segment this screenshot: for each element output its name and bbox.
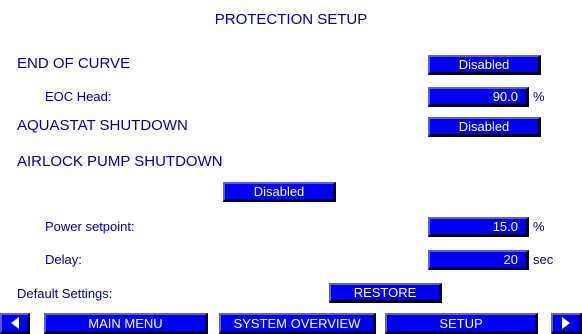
airlock-toggle-button[interactable]: Disabled (223, 182, 336, 202)
arrow-right-icon (562, 317, 570, 329)
delay-unit: sec (533, 252, 554, 267)
power-setpoint-label: Power setpoint: (45, 219, 135, 234)
aquastat-toggle-button[interactable]: Disabled (428, 117, 541, 137)
page-title: PROTECTION SETUP (214, 11, 368, 28)
delay-label: Delay: (45, 252, 82, 267)
setup-button[interactable]: SETUP (385, 313, 538, 334)
aquastat-shutdown-label: AQUASTAT SHUTDOWN (17, 117, 188, 134)
restore-button[interactable]: RESTORE (329, 283, 442, 303)
end-of-curve-toggle-button[interactable]: Disabled (428, 55, 541, 75)
main-menu-button[interactable]: MAIN MENU (44, 313, 208, 334)
eoc-head-unit: % (533, 89, 545, 104)
eoc-head-field[interactable]: 90.0 (428, 87, 529, 107)
eoc-head-label: EOC Head: (45, 89, 112, 104)
system-overview-button[interactable]: SYSTEM OVERVIEW (219, 313, 376, 334)
delay-field[interactable]: 20 (428, 250, 529, 270)
nav-next-button[interactable] (551, 313, 582, 334)
default-settings-label: Default Settings: (17, 286, 113, 301)
airlock-shutdown-label: AIRLOCK PUMP SHUTDOWN (17, 153, 223, 170)
end-of-curve-label: END OF CURVE (17, 55, 131, 72)
power-setpoint-unit: % (533, 219, 545, 234)
power-setpoint-field[interactable]: 15.0 (428, 217, 529, 237)
arrow-left-icon (10, 317, 19, 329)
nav-prev-button[interactable] (0, 313, 30, 334)
